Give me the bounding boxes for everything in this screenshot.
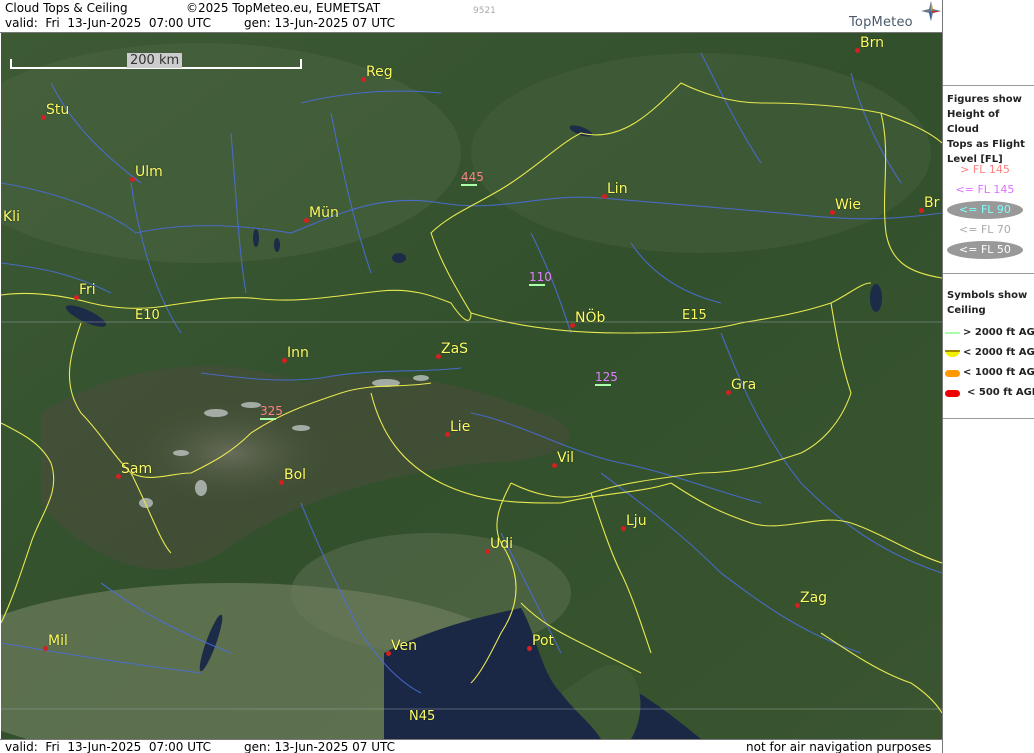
scale-tick-right (300, 59, 302, 69)
city-label: Fri (79, 282, 96, 298)
city-label: Zag (800, 590, 828, 606)
legend-divider (943, 418, 1034, 419)
city-label: Sam (121, 461, 153, 477)
flight-level-marker[interactable]: 445 (461, 171, 484, 186)
header: Cloud Tops & Ceiling ©2025 TopMeteo.eu, … (0, 0, 942, 33)
city-label: ZaS (441, 341, 469, 357)
city-label: Wie (835, 197, 862, 213)
pill-swatch-icon (945, 390, 960, 397)
scale-bar: 200 km (10, 53, 302, 71)
legend-figures-title: Figures show Height of Cloud Tops as Fli… (947, 94, 1025, 165)
scale-tick-left (10, 59, 12, 69)
ceiling-symbol-icon (260, 418, 276, 420)
legend-ceiling-item: < 2000 ft AGL (945, 345, 1034, 360)
city-label: Kli (3, 209, 20, 225)
flight-level-marker[interactable]: 110 (529, 271, 552, 286)
city-label: Inn (287, 345, 309, 361)
legend-ceiling-item: < 500 ft AGL (945, 385, 1034, 400)
pill-swatch-icon (945, 370, 960, 377)
map-background (1, 33, 942, 739)
footer: valid: Fri 13-Jun-2025 07:00 UTC gen: 13… (0, 739, 942, 753)
city-label: Stu (46, 102, 70, 118)
flight-level-value: 325 (260, 404, 283, 418)
legend-symbols-title: Symbols show Ceiling (947, 290, 1028, 316)
flight-level-value: 110 (529, 270, 552, 284)
city-label: Pot (532, 633, 554, 649)
footer-generation-time: gen: 13-Jun-2025 07 UTC (244, 740, 396, 753)
legend-ceiling-item: > 2000 ft AGL (945, 325, 1034, 340)
longitude-label: E10 (135, 308, 160, 323)
ceiling-symbol-icon (529, 284, 545, 286)
legend-fl-item: <= FL 50 (947, 241, 1023, 259)
city-label: Udi (490, 536, 514, 552)
disclaimer: not for air navigation purposes (746, 740, 932, 753)
satellite-map[interactable]: 200 km Brn Reg Stu Ulm Mün Lin Wie Br Kl… (1, 33, 942, 739)
footer-valid-time: valid: Fri 13-Jun-2025 07:00 UTC (5, 740, 212, 753)
copyright: ©2025 TopMeteo.eu, EUMETSAT (186, 1, 381, 15)
longitude-label: E15 (682, 308, 707, 323)
image-code: 9521 (473, 6, 496, 16)
city-label: Lie (450, 419, 471, 435)
legend-fl-item: <= FL 70 (959, 223, 1011, 236)
legend-divider (943, 273, 1034, 274)
city-label: NÖb (575, 310, 606, 326)
city-label: Lin (607, 181, 628, 197)
scale-label: 200 km (127, 53, 183, 68)
topmeteo-logo[interactable]: TopMeteo (849, 1, 941, 32)
ceiling-symbol-icon (595, 384, 611, 386)
city-label: Ulm (135, 164, 163, 180)
generation-time: gen: 13-Jun-2025 07 UTC (244, 16, 396, 30)
flight-level-value: 125 (595, 370, 618, 384)
city-label: Lju (626, 513, 647, 529)
flight-level-value: 445 (461, 170, 484, 184)
city-label: Reg (366, 64, 393, 80)
valid-time: valid: Fri 13-Jun-2025 07:00 UTC (5, 16, 212, 30)
city-label: Vil (557, 450, 575, 466)
cup-swatch-icon (945, 350, 960, 357)
legend-ceiling-item: < 1000 ft AGL (945, 365, 1034, 380)
ceiling-symbol-icon (461, 184, 477, 186)
flight-level-marker[interactable]: 325 (260, 405, 283, 420)
map-title: Cloud Tops & Ceiling (5, 1, 128, 15)
legend-divider (943, 85, 1034, 86)
city-label: Mün (309, 205, 339, 221)
city-label: Br (924, 195, 940, 211)
city-label: Mil (48, 633, 68, 649)
city-label: Brn (860, 35, 884, 51)
legend-fl-item: <= FL 145 (955, 183, 1015, 196)
city-label: Ven (391, 638, 417, 654)
city-label: Gra (731, 377, 757, 393)
legend-fl-item: <= FL 90 (947, 201, 1023, 219)
city-label: Bol (284, 467, 307, 483)
flight-level-marker[interactable]: 125 (595, 371, 618, 386)
line-swatch-icon (945, 332, 960, 334)
logo-text: TopMeteo (849, 15, 913, 30)
compass-star-icon (921, 1, 941, 21)
legend-panel: Figures show Height of Cloud Tops as Fli… (942, 0, 1034, 753)
latitude-label: N45 (409, 709, 436, 724)
legend-fl-item: > FL 145 (960, 163, 1010, 176)
